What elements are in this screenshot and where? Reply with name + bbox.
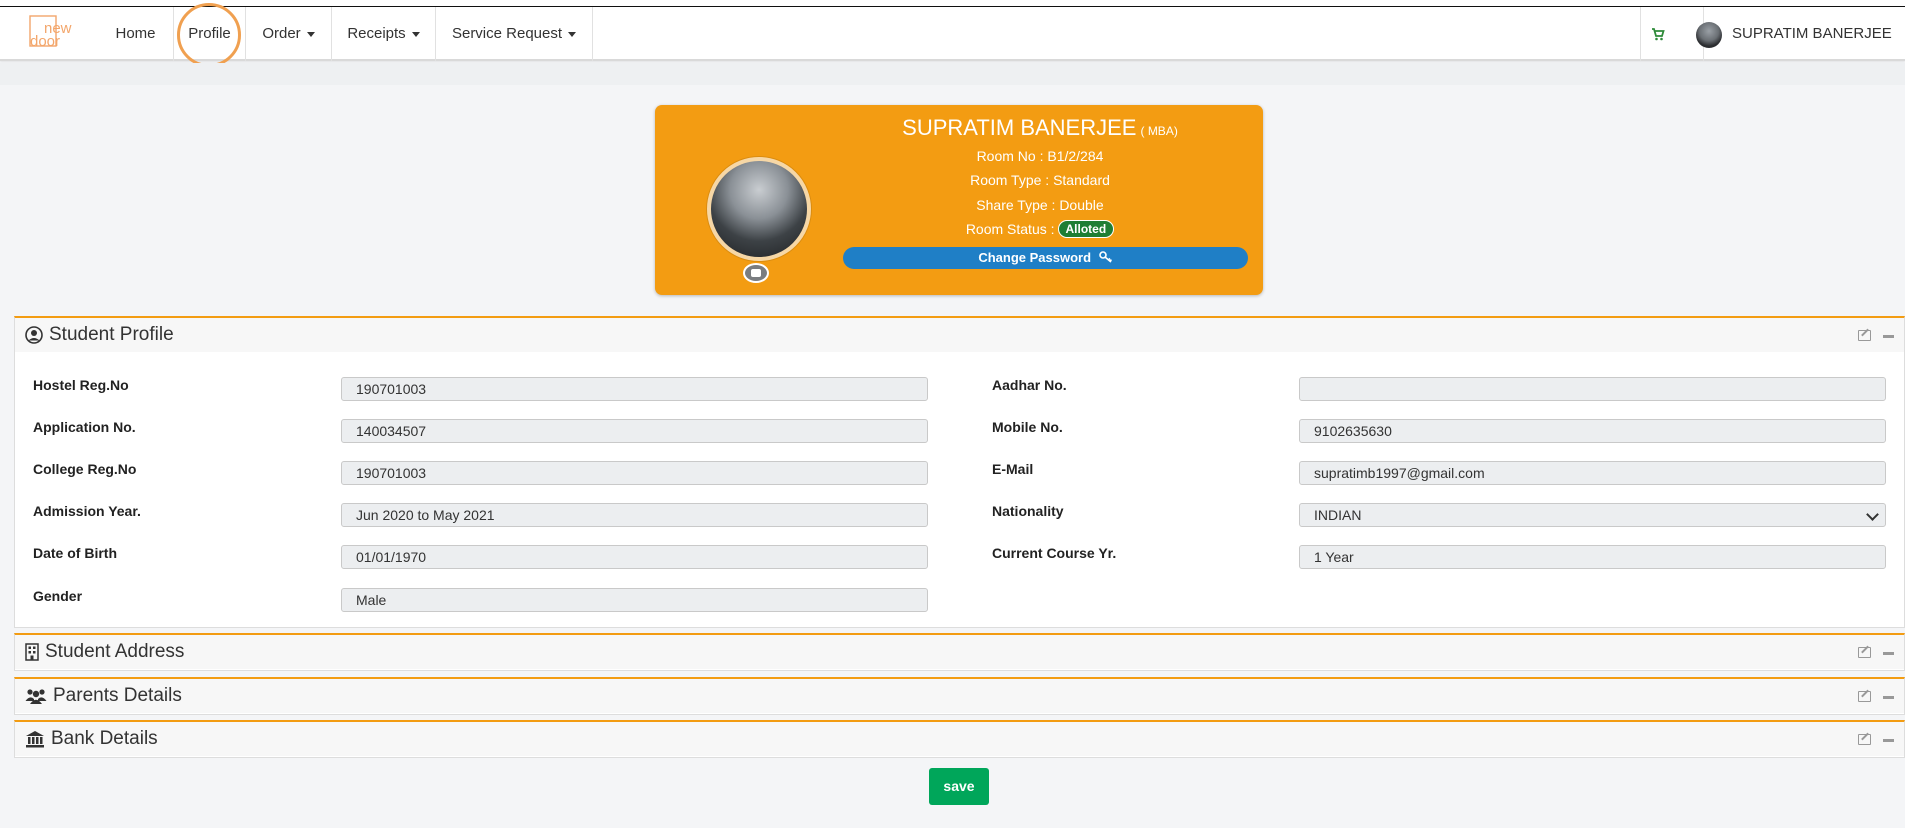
nav-order[interactable]: Order xyxy=(246,7,332,61)
top-navbar: new door Home Profile Order Receipts Ser… xyxy=(0,7,1905,61)
bank-details-title: Bank Details xyxy=(51,728,158,749)
student-address-panel: Student Address xyxy=(14,633,1905,671)
panel-title: Bank Details xyxy=(25,728,158,750)
change-password-button[interactable]: Change Password xyxy=(843,247,1248,269)
nav-profile-label: Profile xyxy=(188,25,231,42)
nav-order-label: Order xyxy=(262,25,301,42)
nationality-label: Nationality xyxy=(992,503,1064,519)
user-name: SUPRATIM BANERJEE xyxy=(1732,25,1892,42)
camera-icon[interactable] xyxy=(743,263,769,283)
room-type: Room Type : Standard xyxy=(970,172,1110,188)
panel-tools xyxy=(1858,330,1894,341)
aadhar-field[interactable] xyxy=(1299,377,1886,401)
student-address-title: Student Address xyxy=(45,641,185,662)
panel-title: Student Profile xyxy=(25,324,174,346)
bank-details-header[interactable]: Bank Details xyxy=(15,722,1904,756)
admission-year-field[interactable]: Jun 2020 to May 2021 xyxy=(341,503,928,527)
college-reg-label: College Reg.No xyxy=(33,461,137,477)
logo-icon: new door xyxy=(29,15,72,50)
nav-profile[interactable]: Profile xyxy=(174,7,246,61)
edit-icon[interactable] xyxy=(1858,691,1871,702)
users-icon xyxy=(25,689,47,704)
window-top-edge xyxy=(0,0,1905,7)
change-password-label: Change Password xyxy=(978,250,1092,265)
student-profile-panel: Student Profile Hostel Reg.No 190701003 … xyxy=(14,316,1905,628)
nationality-value: INDIAN xyxy=(1314,507,1362,523)
status-badge: Alloted xyxy=(1057,220,1115,238)
panel-tools xyxy=(1858,691,1894,702)
chevron-down-icon xyxy=(411,31,420,37)
header-band xyxy=(0,63,1905,85)
edit-icon[interactable] xyxy=(1858,734,1871,745)
gender-label: Gender xyxy=(33,588,83,604)
email-field[interactable]: supratimb1997@gmail.com xyxy=(1299,461,1886,485)
panel-tools xyxy=(1858,647,1894,658)
nav-service-request-label: Service Request xyxy=(451,25,563,42)
dob-label: Date of Birth xyxy=(33,545,117,561)
admission-year-label: Admission Year. xyxy=(33,503,141,519)
user-menu[interactable]: SUPRATIM BANERJEE xyxy=(1690,7,1905,61)
bank-details-panel: Bank Details xyxy=(14,720,1905,758)
email-label: E-Mail xyxy=(992,461,1034,477)
edit-icon[interactable] xyxy=(1858,647,1871,658)
profile-photo xyxy=(707,157,811,261)
room-status-label: Room Status : xyxy=(965,221,1055,237)
parents-details-title: Parents Details xyxy=(53,685,182,706)
dob-field[interactable]: 01/01/1970 xyxy=(341,545,928,569)
minimize-icon[interactable] xyxy=(1883,335,1894,338)
minimize-icon[interactable] xyxy=(1883,739,1894,742)
course-year-label: Current Course Yr. xyxy=(992,545,1117,561)
nav-home[interactable]: Home xyxy=(98,7,174,61)
nav-receipts-label: Receipts xyxy=(347,25,406,42)
student-course: ( MBA) xyxy=(1140,124,1178,138)
nav-service-request[interactable]: Service Request xyxy=(436,7,593,61)
cart-icon xyxy=(1652,28,1665,41)
hostel-reg-label: Hostel Reg.No xyxy=(33,377,129,393)
panel-title: Student Address xyxy=(25,641,184,663)
application-label: Application No. xyxy=(33,419,136,435)
share-type: Share Type : Double xyxy=(976,197,1104,213)
aadhar-label: Aadhar No. xyxy=(992,377,1067,393)
parents-details-header[interactable]: Parents Details xyxy=(15,679,1904,713)
svg-text:door: door xyxy=(30,33,60,50)
edit-icon[interactable] xyxy=(1858,330,1871,341)
chevron-down-icon xyxy=(568,31,577,37)
course-year-field[interactable]: 1 Year xyxy=(1299,545,1886,569)
avatar xyxy=(1696,22,1722,48)
panel-tools xyxy=(1858,734,1894,745)
chevron-down-icon xyxy=(1866,508,1879,521)
bank-icon xyxy=(26,731,44,748)
chevron-down-icon xyxy=(306,31,315,37)
student-profile-title: Student Profile xyxy=(49,324,174,345)
student-address-header[interactable]: Student Address xyxy=(15,635,1904,669)
hostel-reg-field[interactable]: 190701003 xyxy=(341,377,928,401)
save-button[interactable]: save xyxy=(929,768,989,805)
panel-title: Parents Details xyxy=(25,685,182,707)
student-profile-header[interactable]: Student Profile xyxy=(15,318,1904,352)
profile-card: SUPRATIM BANERJEE( MBA) Room No : B1/2/2… xyxy=(655,105,1263,295)
minimize-icon[interactable] xyxy=(1883,652,1894,655)
student-name: SUPRATIM BANERJEE( MBA) xyxy=(840,115,1240,141)
gender-field[interactable]: Male xyxy=(341,588,928,612)
college-reg-field[interactable]: 190701003 xyxy=(341,461,928,485)
room-status: Room Status : Alloted xyxy=(840,220,1240,238)
mobile-field[interactable]: 9102635630 xyxy=(1299,419,1886,443)
user-circle-icon xyxy=(25,326,43,344)
nav-receipts[interactable]: Receipts xyxy=(332,7,436,61)
student-name-text: SUPRATIM BANERJEE xyxy=(902,115,1137,140)
building-icon xyxy=(25,643,39,661)
mobile-label: Mobile No. xyxy=(992,419,1063,435)
application-field[interactable]: 140034507 xyxy=(341,419,928,443)
brand-logo[interactable]: new door xyxy=(26,13,78,57)
key-icon xyxy=(1098,251,1112,263)
minimize-icon[interactable] xyxy=(1883,696,1894,699)
room-no: Room No : B1/2/284 xyxy=(976,148,1104,164)
nationality-select[interactable]: INDIAN xyxy=(1299,503,1886,527)
parents-details-panel: Parents Details xyxy=(14,677,1905,715)
nav-home-label: Home xyxy=(115,25,156,42)
